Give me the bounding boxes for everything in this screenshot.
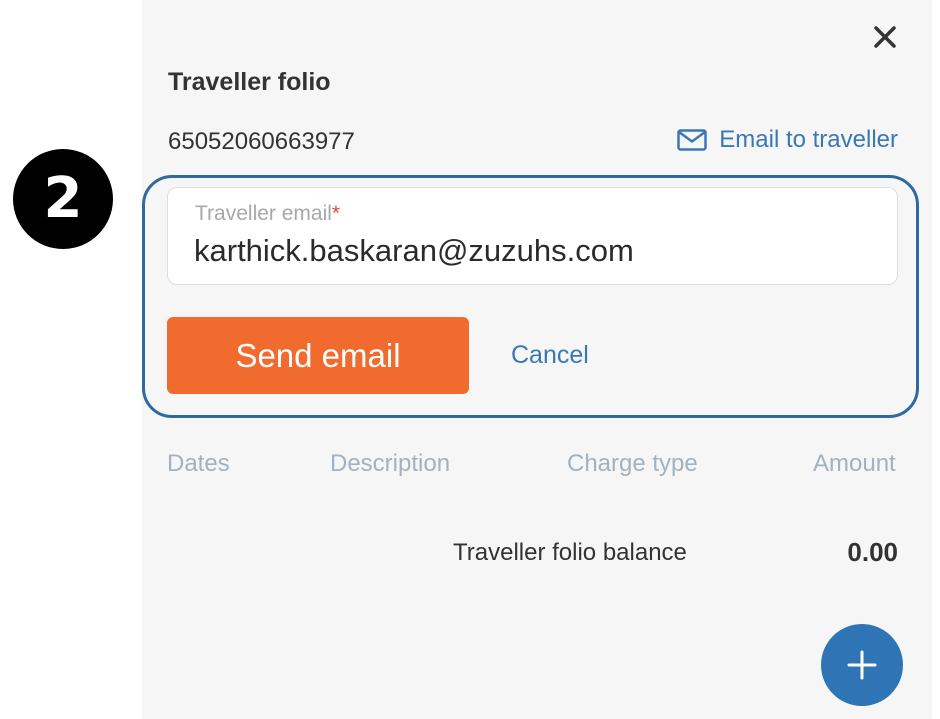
- folio-balance-label: Traveller folio balance: [453, 539, 687, 566]
- column-header-description[interactable]: Description: [330, 450, 450, 478]
- plus-icon: [847, 650, 877, 680]
- envelope-icon: [677, 129, 708, 151]
- traveller-folio-panel: Traveller folio 65052060663977 Email to …: [142, 0, 932, 719]
- panel-title: Traveller folio: [168, 68, 331, 96]
- traveller-email-input[interactable]: karthick.baskaran@zuzuhs.com: [194, 233, 634, 269]
- send-email-button[interactable]: Send email: [167, 317, 469, 394]
- step-number-badge: 2: [13, 149, 113, 249]
- email-to-traveller-link[interactable]: Email to traveller: [677, 126, 898, 154]
- cancel-button[interactable]: Cancel: [511, 341, 589, 370]
- column-header-dates[interactable]: Dates: [167, 450, 230, 478]
- email-to-traveller-label: Email to traveller: [719, 126, 898, 153]
- column-header-amount[interactable]: Amount: [813, 450, 896, 478]
- traveller-email-label: Traveller email*: [195, 202, 341, 225]
- traveller-email-field[interactable]: Traveller email* karthick.baskaran@zuzuh…: [167, 187, 898, 285]
- close-icon: [874, 26, 896, 48]
- folio-balance-value: 0.00: [847, 537, 898, 567]
- folio-number: 65052060663977: [168, 128, 355, 155]
- close-button[interactable]: [868, 20, 902, 54]
- add-charge-button[interactable]: [821, 624, 903, 706]
- column-header-charge-type[interactable]: Charge type: [567, 450, 698, 478]
- required-marker: *: [331, 202, 341, 225]
